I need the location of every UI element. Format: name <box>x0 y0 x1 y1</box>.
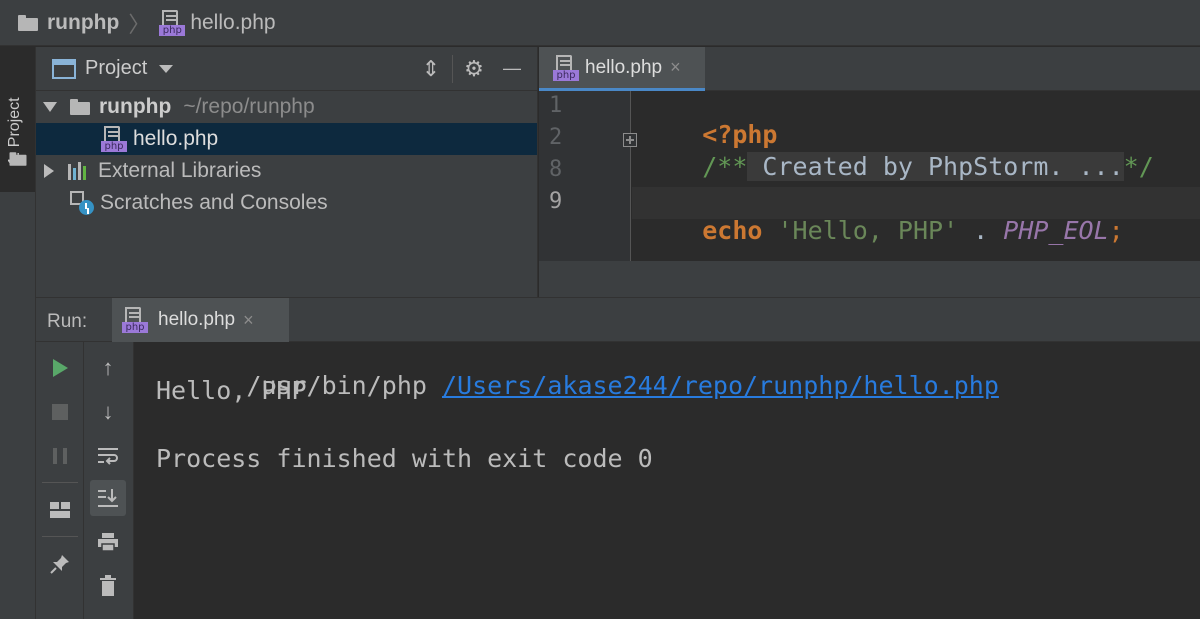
stop-button[interactable] <box>42 394 78 430</box>
breadcrumb-file-label: hello.php <box>190 10 276 34</box>
clear-all-button[interactable] <box>90 568 126 604</box>
run-tab-label: hello.php <box>158 309 236 330</box>
line-number-gutter: 1 2 8 9 <box>539 91 631 261</box>
folder-icon <box>18 14 38 31</box>
project-view-selector[interactable]: Project <box>85 57 147 80</box>
php-run-config-icon: php <box>122 307 148 333</box>
toolbar-divider <box>452 54 453 83</box>
soft-wrap-button[interactable] <box>90 438 126 474</box>
layout-icon <box>50 502 70 518</box>
run-label: Run: <box>47 311 88 332</box>
editor-tab-label: hello.php <box>585 56 663 78</box>
tree-scratches-label: Scratches and Consoles <box>100 191 328 214</box>
php-eol-constant: PHP_EOL <box>1003 216 1109 245</box>
concat-operator: . <box>958 216 1004 245</box>
code-editor: php hello.php × 1 2 8 9 <?php /** Create… <box>539 47 1200 297</box>
minimize-icon[interactable]: — <box>493 52 531 86</box>
doc-comment-start: /** <box>702 152 748 181</box>
breadcrumb-project[interactable]: runphp <box>18 11 119 35</box>
pin-tab-button[interactable] <box>42 546 78 582</box>
breadcrumb-file[interactable]: php hello.php <box>159 9 276 36</box>
scroll-to-end-button[interactable] <box>90 480 126 516</box>
pause-icon <box>53 448 67 464</box>
pause-button[interactable] <box>42 438 78 474</box>
gear-icon[interactable]: ⚙ <box>455 52 493 86</box>
project-tool-window-tab[interactable]: 1: Project <box>0 47 35 192</box>
folded-comment[interactable]: Created by PhpStorm. ... <box>747 152 1124 181</box>
tree-root-path: ~/repo/runphp <box>183 95 315 118</box>
php-file-icon: php <box>159 9 186 36</box>
editor-tab-bar: php hello.php × <box>539 47 1200 91</box>
project-panel-header: Project ⇕ ⚙ — <box>36 47 537 91</box>
toolbar-divider <box>42 536 78 537</box>
expand-arrow-icon[interactable] <box>44 164 54 178</box>
line-number: 8 <box>549 157 563 182</box>
tree-item-external-libraries[interactable]: External Libraries <box>36 155 537 187</box>
line-number: 9 <box>549 189 563 214</box>
php-badge: php <box>159 24 186 36</box>
print-icon <box>98 533 118 552</box>
tree-item-hello-php[interactable]: php hello.php <box>36 123 537 155</box>
chevron-down-icon[interactable] <box>159 64 174 73</box>
arrow-up-icon: ↑ <box>102 355 114 380</box>
arrow-down-icon: ↓ <box>102 399 114 424</box>
folder-icon <box>9 152 27 166</box>
tree-item-scratches[interactable]: Scratches and Consoles <box>36 187 537 219</box>
php-badge: php <box>122 322 148 333</box>
print-button[interactable] <box>90 524 126 560</box>
string-literal: 'Hello, PHP' <box>777 216 959 245</box>
pin-icon <box>50 555 69 574</box>
play-icon <box>52 359 68 377</box>
collapse-all-icon[interactable]: ⇕ <box>412 52 450 86</box>
libraries-icon <box>68 162 90 180</box>
tree-item-root[interactable]: runphp ~/repo/runphp <box>36 91 537 123</box>
left-tool-strip: 1: Project <box>0 47 36 619</box>
expand-arrow-icon[interactable] <box>43 102 57 112</box>
scratches-icon <box>70 191 94 215</box>
echo-keyword: echo <box>702 216 763 245</box>
editor-tab-hello-php[interactable]: php hello.php × <box>539 47 705 91</box>
soft-wrap-icon <box>98 448 118 465</box>
folder-icon <box>70 99 90 115</box>
breadcrumb-separator: 〉 <box>128 11 151 37</box>
next-occurrence-button[interactable]: ↓ <box>90 394 126 430</box>
doc-comment-end: */ <box>1123 152 1154 181</box>
console-exit-message: Process finished with exit code 0 <box>156 444 653 473</box>
run-toolbar-secondary: ↑ ↓ <box>84 342 134 619</box>
project-view-icon <box>52 58 76 79</box>
run-tab-bar: Run: php hello.php × <box>36 298 1200 342</box>
scroll-to-end-icon <box>98 489 118 507</box>
console-output-line: Hello, PHP <box>156 376 307 405</box>
tree-root-label: runphp <box>99 95 172 118</box>
breadcrumb-project-label: runphp <box>47 10 120 34</box>
php-badge: php <box>553 69 579 81</box>
close-icon[interactable]: × <box>243 310 254 331</box>
restore-layout-button[interactable] <box>42 492 78 528</box>
toolbar-divider <box>42 482 78 483</box>
semicolon: ; <box>1108 216 1124 245</box>
php-file-icon: php <box>101 126 127 152</box>
console-output[interactable]: /usr/bin/php /Users/akase244/repo/runphp… <box>156 342 1196 619</box>
php-file-icon: php <box>553 54 579 81</box>
run-tab-hello-php[interactable]: php hello.php × <box>112 298 289 342</box>
line-number: 2 <box>549 125 563 150</box>
editor-bottom-area <box>539 261 1200 297</box>
tree-file-label: hello.php <box>133 127 219 150</box>
navigation-bar: runphp 〉 php hello.php <box>0 0 1200 46</box>
php-badge: php <box>101 141 127 152</box>
console-file-link[interactable]: /Users/akase244/repo/runphp/hello.php <box>442 371 999 400</box>
previous-occurrence-button[interactable]: ↑ <box>90 350 126 386</box>
project-panel: Project ⇕ ⚙ — runphp ~/repo/runphp php h… <box>36 47 538 297</box>
trash-icon <box>100 575 116 596</box>
rerun-button[interactable] <box>42 350 78 386</box>
tree-libraries-label: External Libraries <box>98 159 262 182</box>
run-tool-window: Run: php hello.php × ↑ ↓ /usr/bin/php /U… <box>36 297 1200 619</box>
close-icon[interactable]: × <box>670 57 681 78</box>
line-number: 1 <box>549 93 563 118</box>
stop-icon <box>52 404 68 420</box>
fold-expand-icon[interactable] <box>623 133 637 147</box>
run-toolbar-primary <box>36 342 84 619</box>
